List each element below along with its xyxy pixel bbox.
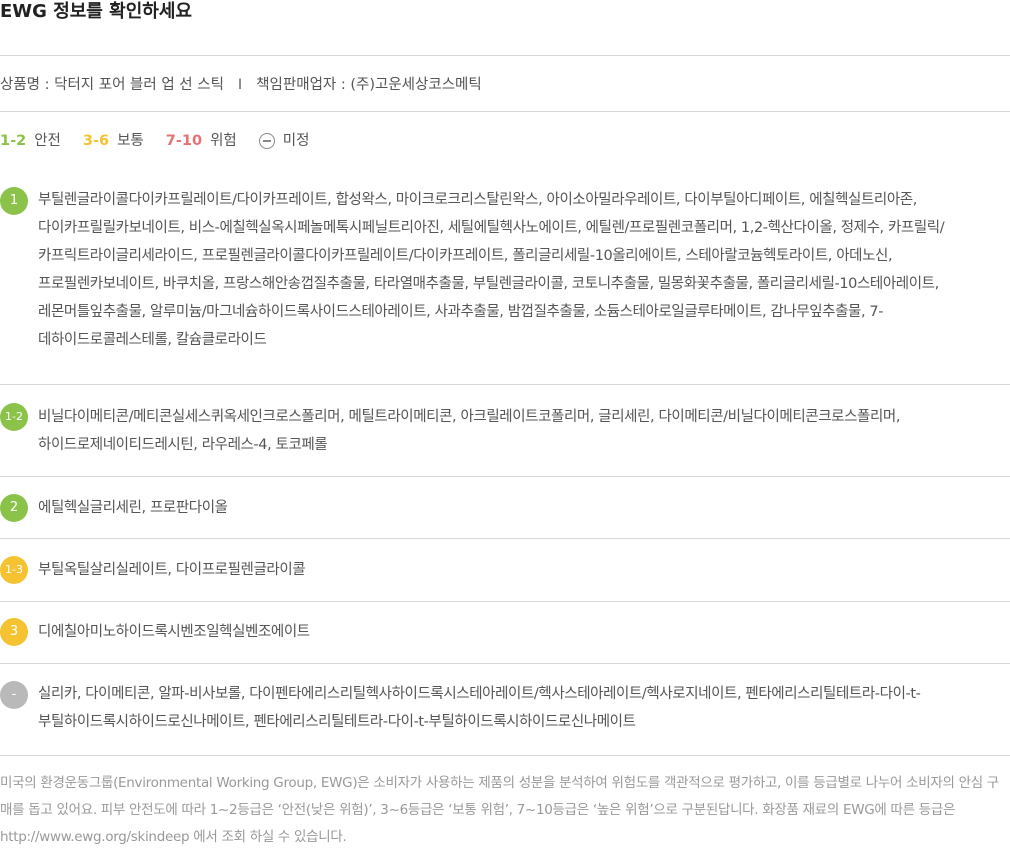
legend-normal-range: 3-6 bbox=[82, 133, 110, 149]
grade-badge: 2 bbox=[0, 494, 28, 522]
legend-safe-label: 안전 bbox=[34, 133, 61, 149]
divider bbox=[0, 601, 1010, 602]
product-seller: 책임판매업자 : (주)고운세상코스메틱 bbox=[256, 77, 482, 93]
ingredient-list: 비닐다이메티콘/메티콘실세스퀴옥세인크로스폴리머, 메틸트라이메티콘, 아크릴레… bbox=[38, 409, 901, 453]
divider bbox=[0, 476, 1010, 477]
ingredient-list: 부틸렌글라이콜다이카프릴레이트/다이카프레이트, 합성왁스, 마이크로크리스탈린… bbox=[38, 192, 945, 348]
legend-undetermined: 미정 bbox=[258, 129, 310, 153]
ingredient-list: 실리카, 다이메티콘, 알파-비사보롤, 다이펜타에리스리틸헥사하이드록시스테아… bbox=[38, 686, 921, 730]
page-title: EWG 정보를 확인하세요 bbox=[0, 1, 192, 22]
grade-badge: 3 bbox=[0, 618, 28, 646]
grade-badge: 1-2 bbox=[0, 403, 28, 431]
divider bbox=[0, 384, 1010, 385]
legend-danger-label: 위험 bbox=[210, 133, 237, 149]
ingredient-list: 에틸헥실글리세린, 프로판다이올 bbox=[38, 500, 228, 516]
legend-normal-label: 보통 bbox=[117, 133, 144, 149]
divider bbox=[0, 538, 1010, 539]
ingredient-list: 부틸옥틸살리실레이트, 다이프로필렌글라이콜 bbox=[38, 562, 306, 578]
minus-circle-icon bbox=[258, 133, 275, 149]
divider bbox=[0, 755, 1010, 756]
legend-danger: 7-10 위험 bbox=[166, 129, 237, 153]
legend-safe: 1-2 안전 bbox=[0, 129, 61, 153]
product-separator: I bbox=[237, 77, 243, 93]
grade-badge: - bbox=[0, 681, 28, 709]
ewg-footnote: 미국의 환경운동그룹(Environmental Working Group, … bbox=[0, 775, 999, 845]
legend-danger-range: 7-10 bbox=[165, 133, 203, 149]
legend-undetermined-label: 미정 bbox=[282, 133, 310, 149]
product-name: 상품명 : 닥터지 포어 블러 업 선 스틱 bbox=[0, 77, 224, 93]
legend-safe-range: 1-2 bbox=[0, 133, 27, 149]
grade-badge: 1 bbox=[0, 187, 28, 215]
product-info: 상품명 : 닥터지 포어 블러 업 선 스틱 I 책임판매업자 : (주)고운세상코… bbox=[0, 73, 482, 97]
grade-badge: 1-3 bbox=[0, 556, 28, 584]
ingredient-list: 디에칠아미노하이드록시벤조일헥실벤조에이트 bbox=[38, 624, 310, 640]
divider bbox=[0, 55, 1010, 56]
divider bbox=[0, 111, 1010, 112]
divider bbox=[0, 663, 1010, 664]
legend-normal: 3-6 보통 bbox=[83, 129, 144, 153]
grade-legend: 1-2 안전 3-6 보통 7-10 위험 미정 bbox=[0, 129, 331, 153]
